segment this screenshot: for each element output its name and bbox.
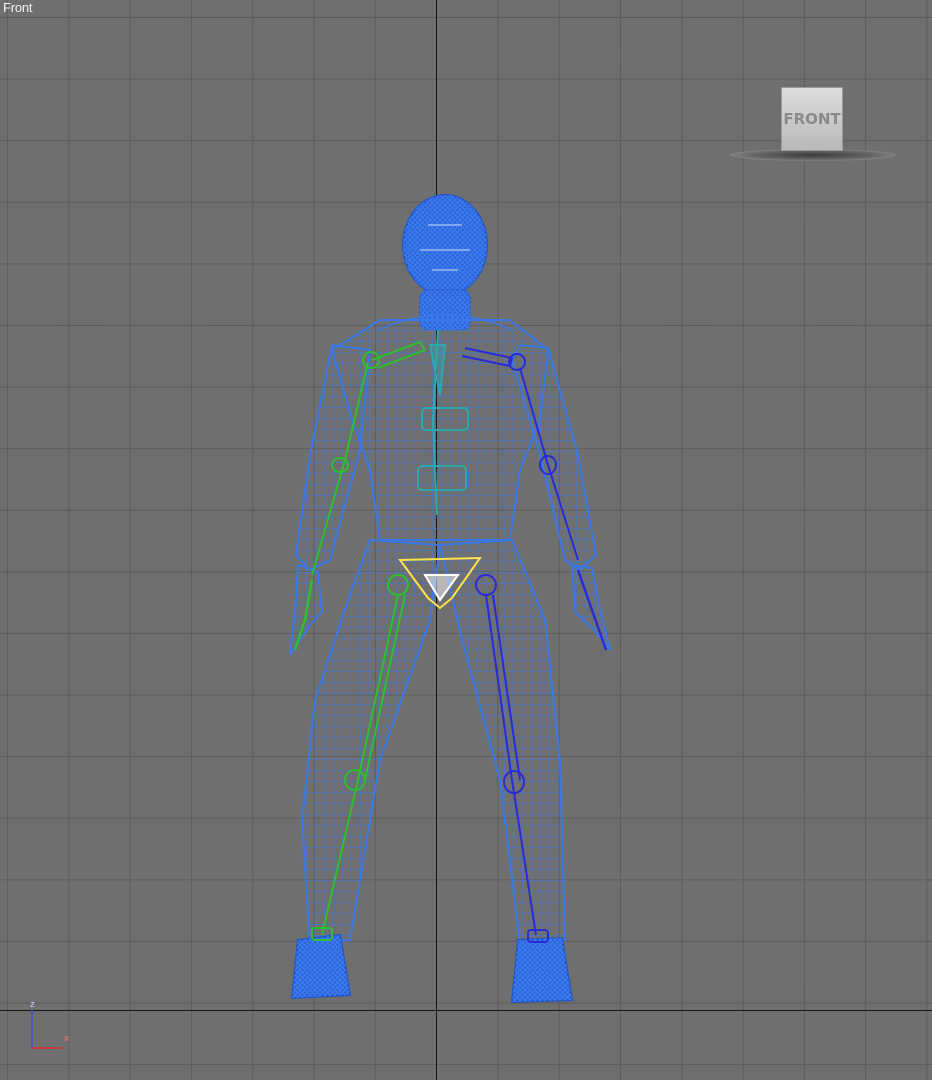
left-leg-mesh[interactable]	[300, 538, 442, 947]
axis-tripod: z x	[22, 998, 82, 1058]
head-mesh[interactable]	[402, 194, 488, 331]
x-axis-label: x	[64, 1034, 70, 1044]
right-foot-mesh[interactable]	[510, 936, 574, 1004]
z-axis-label: z	[30, 1000, 35, 1010]
character-wireframe[interactable]	[0, 0, 932, 1080]
front-viewport[interactable]: Front FRONT z x	[0, 0, 932, 1080]
right-leg-mesh[interactable]	[438, 538, 567, 947]
left-foot-mesh[interactable]	[290, 933, 352, 1000]
